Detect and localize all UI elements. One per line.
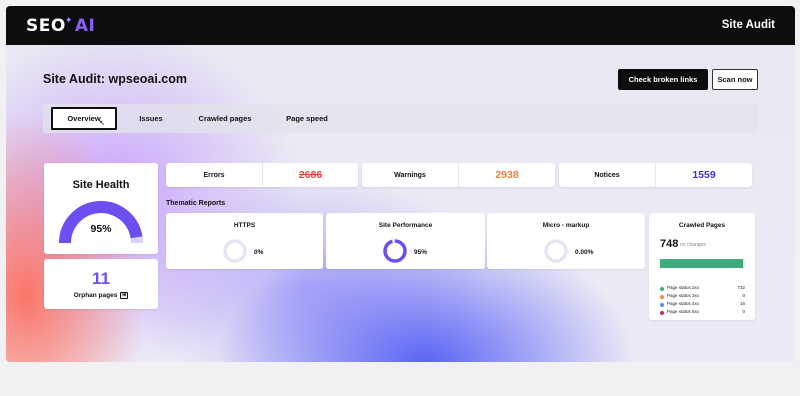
tab-crawled-pages-label: Crawled pages — [198, 114, 252, 123]
tab-overview[interactable]: Overview ↖ — [51, 107, 117, 130]
tab-bar: Overview ↖ Issues Crawled pages Page spe… — [43, 104, 759, 133]
legend-row-3xx: Page status 3xx 0 — [660, 293, 745, 300]
legend-label-2xx: Page status 2xx — [667, 285, 700, 290]
report-card-site-performance[interactable]: Site Performance 95% — [326, 213, 485, 269]
crawled-pages-bar — [660, 259, 745, 268]
legend-label-5xx: Page status 5xx — [667, 309, 700, 314]
errors-label: Errors — [203, 171, 225, 179]
tab-page-speed-label: Page speed — [286, 114, 328, 123]
warnings-value: 2938 — [495, 169, 519, 181]
logo-ai-text: AI — [74, 16, 96, 36]
status-dot-4xx — [660, 302, 664, 307]
legend-row-5xx: Page status 5xx 0 — [660, 309, 745, 316]
crawled-pages-count: 748 — [660, 238, 679, 250]
orphan-pages-label-row: Orphan pages ⊞ — [44, 292, 158, 299]
status-dot-2xx — [660, 286, 664, 291]
top-bar: SEO ✦ AI Site Audit — [6, 6, 795, 45]
donut-fill — [383, 239, 407, 263]
site-health-value: 95% — [90, 223, 112, 235]
crawled-pages-bar-fill — [660, 259, 744, 268]
legend-value-4xx: 16 — [739, 301, 745, 306]
tab-issues-label: Issues — [139, 114, 163, 123]
report-site-performance-title: Site Performance — [378, 222, 433, 229]
status-dot-3xx — [660, 294, 664, 299]
crawled-pages-subtitle: no changes — [680, 242, 706, 248]
errors-value: 2686 — [298, 169, 323, 181]
report-card-micro-markup[interactable]: Micro - markup 0.00% — [487, 213, 645, 269]
orphan-pages-label: Orphan pages — [73, 292, 118, 299]
logo-seo-text: SEO — [26, 16, 66, 36]
tab-page-speed[interactable]: Page speed — [281, 107, 333, 130]
notices-label: Notices — [594, 171, 620, 179]
legend-label-3xx: Page status 3xx — [667, 293, 700, 298]
thematic-reports-title: Thematic Reports — [166, 200, 226, 207]
notices-card[interactable]: Notices 1559 — [559, 163, 752, 187]
info-icon[interactable]: ⊞ — [120, 292, 129, 299]
scan-now-button[interactable]: Scan now — [712, 69, 758, 90]
legend-label-4xx: Page status 4xx — [667, 301, 700, 306]
report-https-donut — [223, 239, 247, 263]
check-broken-links-button[interactable]: Check broken links — [618, 69, 708, 90]
report-card-https[interactable]: HTTPS 0% — [166, 213, 323, 269]
header-title: Site Audit — [721, 19, 775, 31]
errors-card[interactable]: Errors 2686 — [166, 163, 358, 187]
page-title: Site Audit: wpseoai.com — [43, 72, 188, 86]
status-dot-5xx — [660, 310, 664, 315]
tab-overview-label: Overview — [67, 114, 101, 123]
site-health-title: Site Health — [72, 179, 130, 191]
orphan-pages-card[interactable]: 11 Orphan pages ⊞ — [44, 259, 158, 309]
warnings-label: Warnings — [394, 171, 426, 179]
orphan-pages-count: 11 — [92, 269, 110, 288]
app-frame: SEO ✦ AI Site Audit Site Audit: wpseoai.… — [6, 6, 795, 362]
site-health-gauge — [59, 201, 143, 244]
report-micro-markup-donut — [544, 239, 568, 263]
crawled-pages-card[interactable]: Crawled Pages 748 no changes Page status… — [649, 213, 755, 320]
mouse-cursor-icon: ↖ — [99, 120, 105, 127]
tab-issues[interactable]: Issues — [131, 107, 171, 130]
warnings-card[interactable]: Warnings 2938 — [362, 163, 555, 187]
notices-value: 1559 — [692, 169, 716, 181]
legend-value-2xx: 732 — [737, 285, 745, 290]
legend-row-4xx: Page status 4xx 16 — [660, 301, 745, 308]
report-https-title: HTTPS — [233, 222, 256, 229]
spark-icon: ✦ — [64, 16, 73, 26]
crawled-pages-title: Crawled Pages — [678, 222, 726, 229]
site-health-card: Site Health 95% — [44, 163, 158, 254]
report-micro-markup-value: 0.00% — [575, 249, 594, 256]
report-site-performance-value: 95% — [414, 249, 428, 256]
tab-crawled-pages[interactable]: Crawled pages — [193, 107, 257, 130]
report-https-value: 0% — [254, 249, 264, 256]
report-micro-markup-title: Micro - markup — [542, 222, 590, 229]
seoai-logo[interactable]: SEO ✦ AI — [26, 16, 96, 36]
legend-value-3xx: 0 — [742, 293, 745, 298]
donut-track — [223, 239, 247, 263]
legend-row-2xx: Page status 2xx 732 — [660, 285, 745, 292]
donut-track — [544, 239, 568, 263]
legend-value-5xx: 0 — [742, 309, 745, 314]
report-site-performance-donut — [383, 239, 407, 263]
